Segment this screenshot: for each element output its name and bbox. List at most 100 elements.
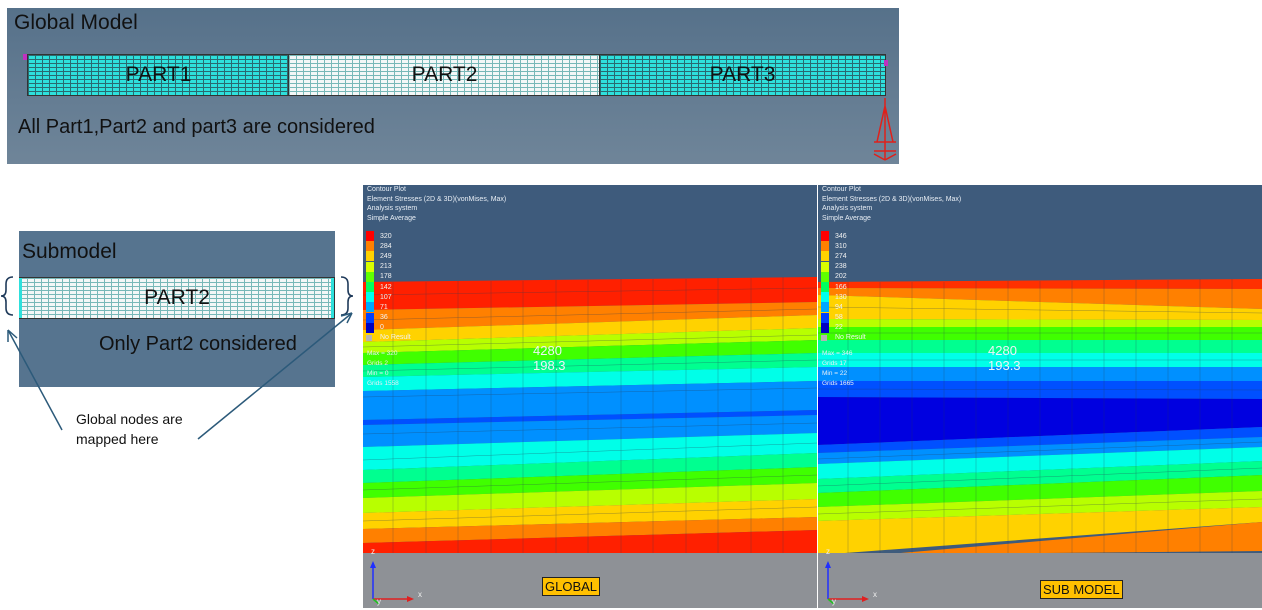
stat-line: Grids 1665: [822, 380, 854, 387]
stat-line: Max = 320: [367, 350, 398, 357]
submodel-pick-label: 4280 193.3: [988, 343, 1021, 373]
legend-swatch: [821, 302, 829, 313]
legend-value: 71: [380, 303, 388, 311]
legend-swatch: [366, 322, 374, 333]
pick-node-id: 4280: [988, 343, 1017, 358]
legend-value: 58: [835, 314, 843, 322]
legend-swatch: [821, 312, 829, 323]
legend-swatch: [821, 261, 829, 272]
left-pointer-arrow: [7, 329, 63, 431]
legend-swatch: [821, 241, 829, 252]
annotation-text: Global nodes are mapped here: [76, 409, 183, 449]
global-model-caption: All Part1,Part2 and part3 are considered: [18, 116, 375, 138]
legend-swatch-no-result: [366, 334, 372, 341]
right-node-marker: [884, 60, 888, 66]
sub-header-line-3: Analysis system: [822, 205, 873, 213]
stat-line: Grids 17: [822, 360, 847, 367]
legend-swatch: [821, 322, 829, 333]
legend-swatch: [366, 282, 374, 293]
legend-swatch: [821, 292, 829, 303]
legend-swatch: [366, 302, 374, 313]
global-contour-header: Contour Plot Element Stresses (2D & 3D)(…: [367, 185, 506, 224]
global-part3-label: PART3: [709, 63, 776, 86]
legend-swatch-no-result: [821, 334, 827, 341]
stat-line: Grids 1558: [367, 380, 399, 387]
legend-value: 284: [380, 242, 392, 250]
annotation-line-1: Global nodes are: [76, 411, 183, 427]
annotation-line-2: mapped here: [76, 431, 159, 447]
global-contour-stats: Max = 320 Grids 2 Min = 0 Grids 1558: [367, 349, 399, 389]
legend-swatch: [821, 231, 829, 242]
legend-swatch: [366, 241, 374, 252]
left-node-marker: [23, 54, 27, 60]
global-part1-label: PART1: [125, 63, 192, 86]
global-header-line-1: Contour Plot: [367, 186, 406, 193]
submodel-tag: SUB MODEL: [1040, 580, 1123, 599]
global-contour-plot: Contour Plot Element Stresses (2D & 3D)(…: [363, 185, 817, 608]
constraint-arrow-icon: [873, 98, 897, 161]
global-header-line-3: Analysis system: [367, 205, 418, 213]
legend-value: 310: [835, 242, 847, 250]
sub-header-line-1: Contour Plot: [822, 186, 861, 193]
legend-value: 94: [835, 303, 843, 311]
axis-label-z: z: [371, 547, 375, 556]
legend-value: 107: [380, 293, 392, 301]
right-brace-icon: [340, 276, 354, 316]
global-contour-field: [363, 277, 817, 555]
axis-label-x: x: [418, 590, 422, 599]
axis-label-y: y: [832, 597, 836, 606]
legend-value: 238: [835, 263, 847, 271]
pick-node-value: 198.3: [533, 358, 566, 373]
legend-value: 213: [380, 263, 392, 271]
legend-value: 202: [835, 273, 847, 281]
stat-line: Grids 2: [367, 360, 388, 367]
global-header-line-4: Simple Average: [367, 215, 416, 223]
axis-label-z: z: [826, 547, 830, 556]
global-part2-mesh: PART2: [288, 54, 601, 96]
legend-swatch: [366, 261, 374, 272]
legend-swatch: [366, 292, 374, 303]
legend-swatch: [821, 271, 829, 282]
sub-header-line-4: Simple Average: [822, 215, 871, 223]
legend-value: 320: [380, 232, 392, 240]
legend-value: 36: [380, 314, 388, 322]
axis-label-x: x: [873, 590, 877, 599]
legend-value: 346: [835, 232, 847, 240]
legend-value: 166: [835, 283, 847, 291]
triad-axis-icon: [825, 561, 869, 605]
global-part2-label: PART2: [411, 63, 478, 86]
legend-value: 142: [380, 283, 392, 291]
legend-value: 178: [380, 273, 392, 281]
submodel-contour-plot: Contour Plot Element Stresses (2D & 3D)(…: [818, 185, 1262, 608]
left-brace-icon: [0, 276, 14, 316]
legend-swatch: [366, 251, 374, 262]
legend-swatch: [366, 231, 374, 242]
submodel-contour-header: Contour Plot Element Stresses (2D & 3D)(…: [822, 185, 961, 224]
legend-swatch: [366, 271, 374, 282]
legend-value: 130: [835, 293, 847, 301]
legend-swatch: [821, 251, 829, 262]
stat-line: Min = 22: [822, 370, 848, 377]
legend-no-result: No Result: [835, 334, 866, 342]
global-pick-label: 4280 198.3: [533, 343, 566, 373]
global-part1-mesh: PART1: [27, 54, 290, 96]
global-contour-legend: 320 284 249 213 178 142 107 71 36 0 No R…: [366, 231, 411, 343]
legend-value: 0: [380, 324, 384, 332]
legend-value: 22: [835, 324, 843, 332]
right-pointer-arrow: [197, 312, 353, 440]
sub-header-line-2: Element Stresses (2D & 3D)(vonMises, Max…: [822, 195, 962, 203]
legend-value: 274: [835, 252, 847, 260]
submodel-contour-legend: 346 310 274 238 202 166 130 94 58 22 No …: [821, 231, 866, 343]
global-header-line-2: Element Stresses (2D & 3D)(vonMises, Max…: [367, 195, 507, 203]
stat-line: Min = 0: [367, 370, 389, 377]
global-tag: GLOBAL: [542, 577, 601, 596]
legend-swatch: [366, 312, 374, 323]
legend-value: 249: [380, 252, 392, 260]
triad-axis-icon: [370, 561, 414, 605]
pick-node-value: 193.3: [988, 358, 1021, 373]
submodel-contour-stats: Max = 346 Grids 17 Min = 22 Grids 1665: [822, 349, 854, 389]
stat-line: Max = 346: [822, 350, 853, 357]
global-part3-mesh: PART3: [599, 54, 886, 96]
global-model-panel: Global Model PART1 PART2 PART3 All Part1…: [7, 8, 899, 164]
submodel-plot-footer: x y SUB MODEL: [818, 553, 1262, 608]
